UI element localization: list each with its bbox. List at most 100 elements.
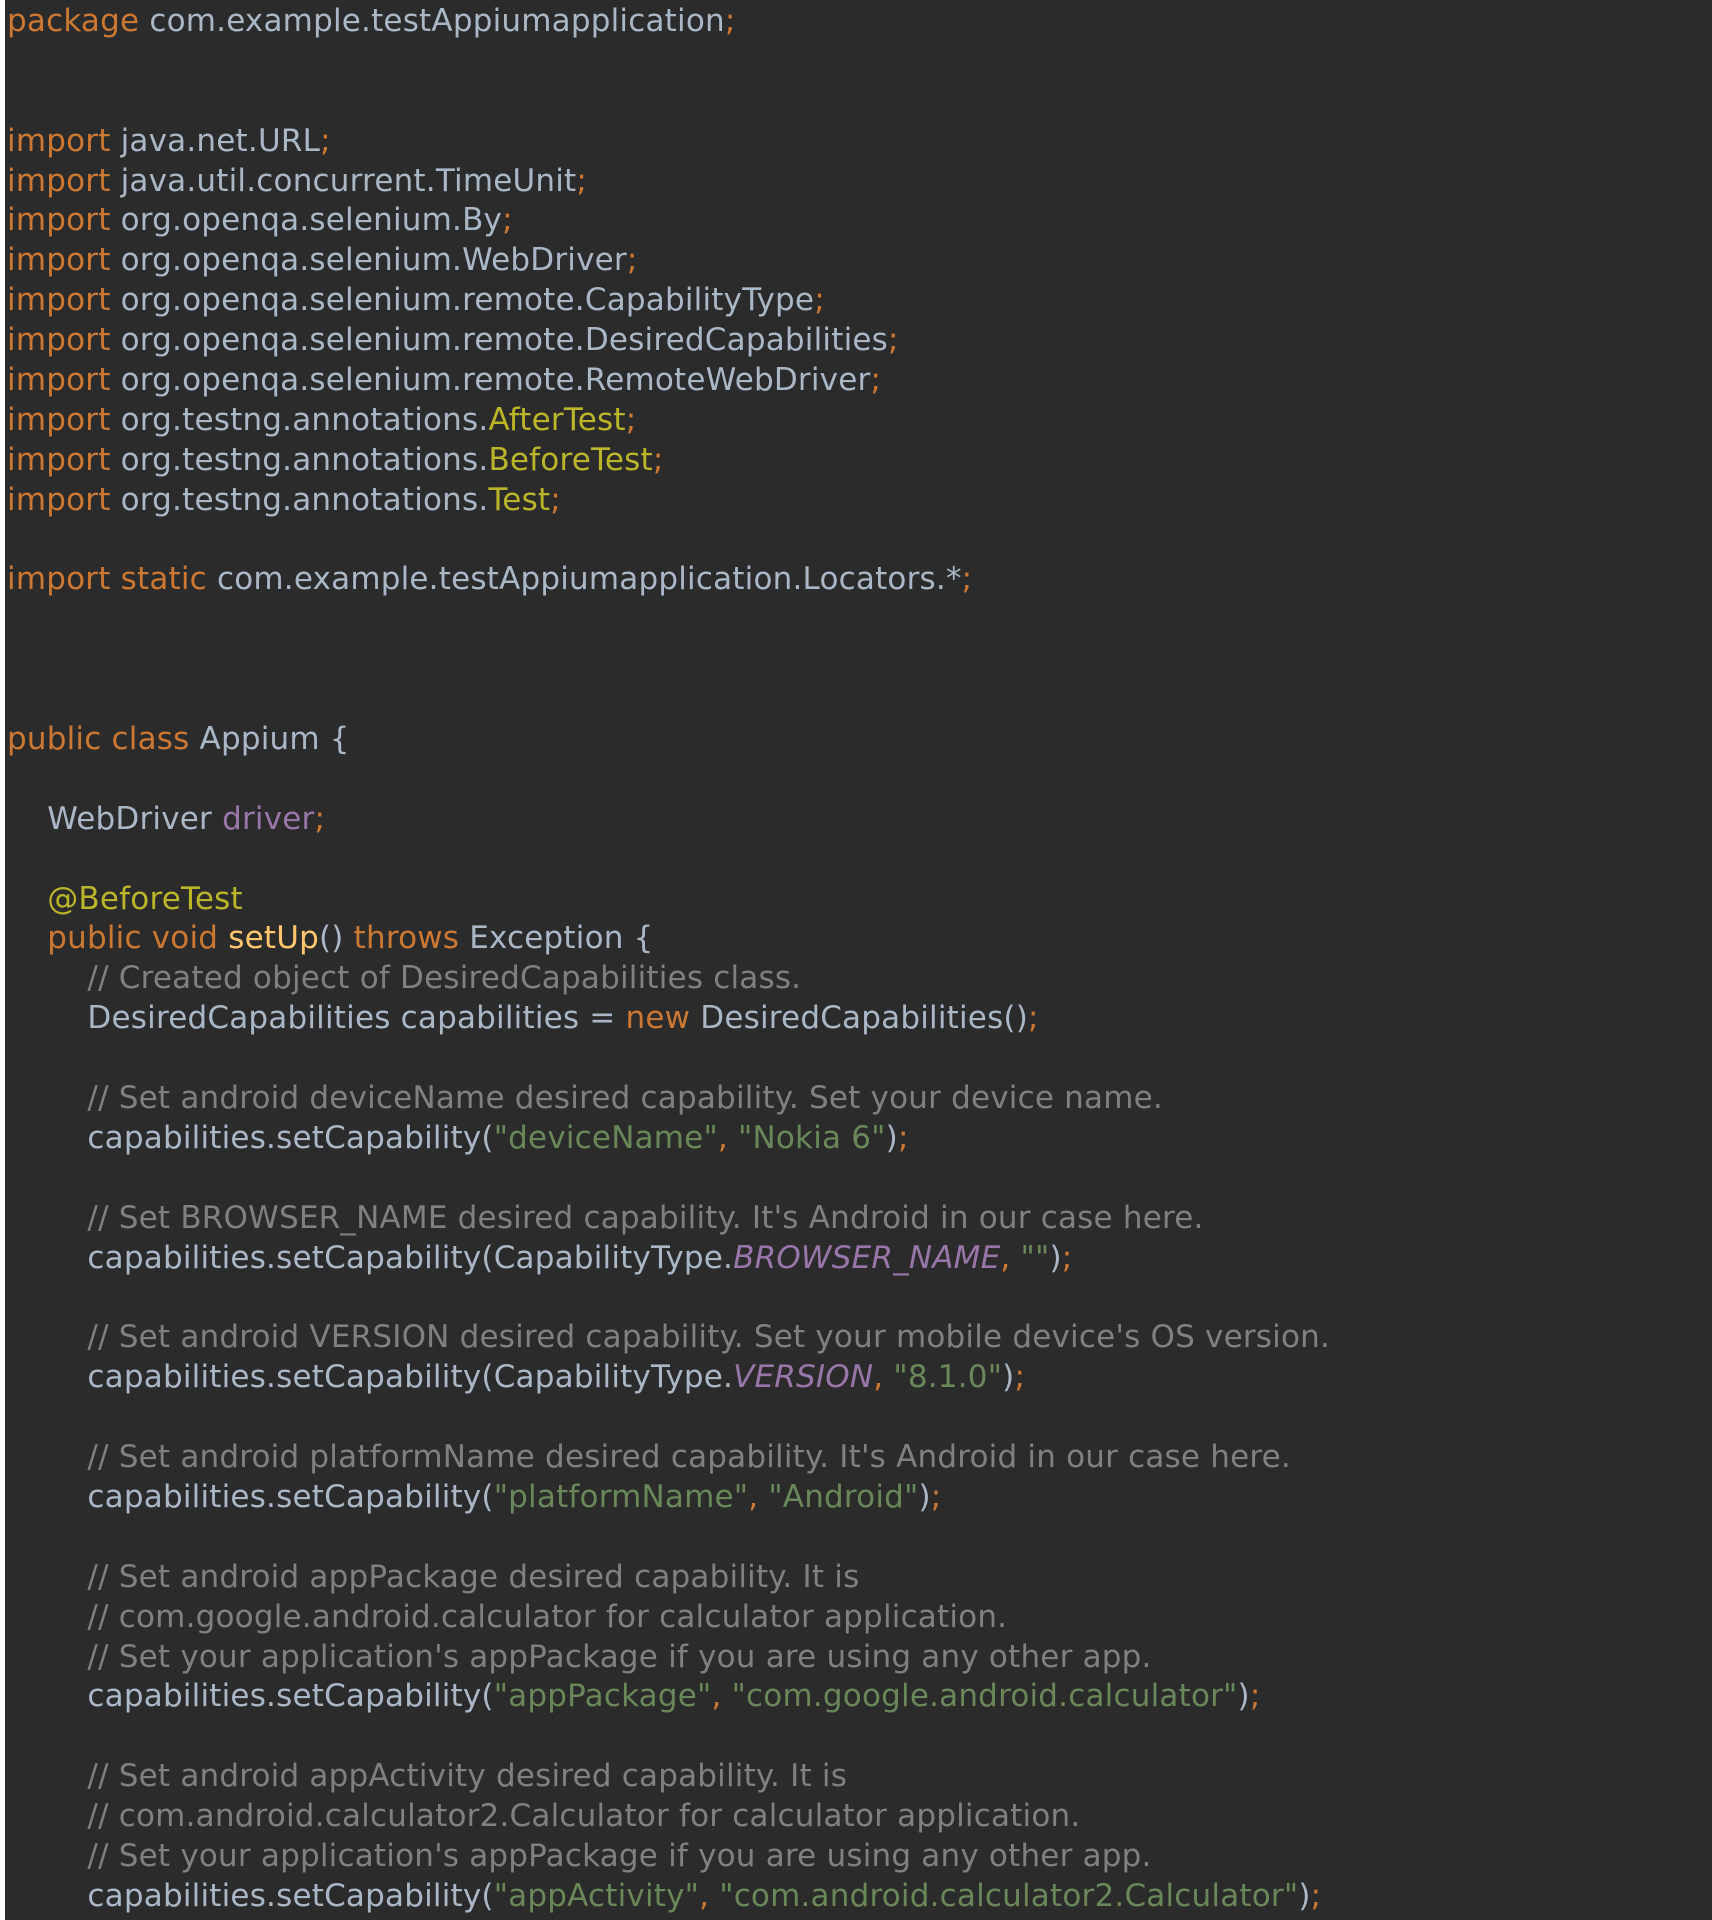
code-line: WebDriver driver; [7, 800, 1330, 840]
string-token: "" [1020, 1239, 1050, 1276]
code-line: // Set android appPackage desired capabi… [7, 1558, 1330, 1598]
comment-token: // Set android deviceName desired capabi… [7, 1080, 1163, 1117]
constant-token: VERSION [733, 1359, 874, 1396]
string-token: "appPackage" [493, 1678, 712, 1715]
code-line: // Created object of DesiredCapabilities… [7, 959, 1330, 999]
code-line: // Set your application's appPackage if … [7, 1638, 1330, 1678]
code-line: import org.openqa.selenium.remote.Remote… [7, 361, 1330, 401]
code-line: capabilities.setCapability("deviceName",… [7, 1119, 1330, 1159]
code-text-area[interactable]: package com.example.testAppiumapplicatio… [7, 2, 1330, 1917]
plain-token: capabilities.setCapability( [7, 1119, 494, 1156]
code-line: // Set your application's appPackage if … [7, 1837, 1330, 1877]
plain-token: java.net.URL [110, 122, 321, 159]
code-line: // com.android.calculator2.Calculator fo… [7, 1797, 1330, 1837]
plain-token: org.testng.annotations. [110, 441, 489, 478]
string-token: "com.google.android.calculator" [731, 1678, 1238, 1715]
code-editor[interactable]: package com.example.testAppiumapplicatio… [5, 0, 1712, 1920]
keyword-token: import [7, 122, 111, 159]
code-line: // Set BROWSER_NAME desired capability. … [7, 1199, 1330, 1239]
comment-token: // Set android platformName desired capa… [7, 1439, 1291, 1476]
field-token: driver [222, 800, 315, 837]
code-line: import org.testng.annotations.BeforeTest… [7, 441, 1330, 481]
keyword-token: ; [320, 122, 331, 159]
comment-token: // Created object of DesiredCapabilities… [7, 960, 802, 997]
plain-token: capabilities.setCapability( [7, 1678, 494, 1715]
keyword-token: import [7, 441, 111, 478]
plain-token: org.testng.annotations. [110, 401, 489, 438]
keyword-token: ; [961, 561, 973, 598]
plain-token: ) [885, 1119, 898, 1156]
plain-token: ) [1049, 1239, 1062, 1276]
code-line: // Set android platformName desired capa… [7, 1438, 1330, 1478]
code-line: @BeforeTest [7, 880, 1330, 920]
keyword-token: ; [626, 242, 638, 279]
keyword-token: ; [502, 202, 513, 239]
keyword-token: import [7, 481, 111, 518]
plain-token: () [318, 920, 354, 957]
keyword-token: ; [625, 401, 637, 438]
plain-token: org.openqa.selenium.WebDriver [110, 242, 627, 279]
keyword-token: package [7, 3, 140, 39]
plain-token: capabilities.setCapability( [7, 1877, 494, 1914]
code-line: import org.openqa.selenium.By; [7, 201, 1330, 241]
comment-token: // Set your application's appPackage if … [7, 1837, 1152, 1874]
keyword-token: ; [814, 282, 825, 319]
keyword-token: ; [897, 1119, 909, 1156]
keyword-token: ; [652, 441, 664, 478]
keyword-token: import [7, 202, 111, 239]
code-line: import org.openqa.selenium.remote.Capabi… [7, 281, 1330, 321]
code-line: // Set android deviceName desired capabi… [7, 1079, 1330, 1119]
keyword-token: , [717, 1119, 739, 1156]
comment-token: // Set android appActivity desired capab… [7, 1758, 848, 1795]
plain-token: WebDriver [7, 800, 223, 837]
keyword-token: import [7, 362, 111, 399]
code-line: package com.example.testAppiumapplicatio… [7, 2, 1330, 42]
code-line: capabilities.setCapability("appActivity"… [7, 1877, 1330, 1917]
code-line: import org.openqa.selenium.WebDriver; [7, 241, 1330, 281]
method-name-token: setUp [228, 920, 319, 957]
keyword-token: import [7, 242, 111, 279]
annotation-token: AfterTest [488, 401, 626, 438]
keyword-token: new [625, 1000, 691, 1037]
plain-token: java.util.concurrent.TimeUnit [110, 162, 577, 199]
plain-token: ) [1237, 1678, 1250, 1715]
keyword-token: import [7, 401, 111, 438]
plain-token: ) [1298, 1877, 1311, 1914]
code-line: // Set android appActivity desired capab… [7, 1757, 1330, 1797]
keyword-token: import [7, 162, 111, 199]
code-line: capabilities.setCapability("appPackage",… [7, 1677, 1330, 1717]
code-line: DesiredCapabilities capabilities = new D… [7, 999, 1330, 1039]
code-line: import static com.example.testAppiumappl… [7, 560, 1330, 600]
string-token: "platformName" [493, 1478, 749, 1515]
keyword-token: ; [576, 162, 588, 199]
keyword-token: ; [888, 322, 899, 359]
keyword-token: , [873, 1359, 894, 1396]
keyword-token: ; [314, 800, 326, 837]
keyword-token: , [1000, 1239, 1021, 1276]
code-line: capabilities.setCapability("platformName… [7, 1478, 1330, 1518]
code-line: import java.net.URL; [7, 122, 1330, 162]
code-line: capabilities.setCapability(CapabilityTyp… [7, 1239, 1330, 1279]
keyword-token: , [699, 1877, 720, 1914]
plain-token: DesiredCapabilities() [690, 1000, 1029, 1037]
plain-token: org.openqa.selenium.remote.DesiredCapabi… [110, 322, 888, 359]
code-line: import java.util.concurrent.TimeUnit; [7, 162, 1330, 202]
plain-token: com.example.testAppiumapplication.Locato… [206, 561, 962, 598]
keyword-token: ; [724, 3, 736, 39]
annotation-token: @BeforeTest [47, 880, 243, 917]
comment-token: // Set BROWSER_NAME desired capability. … [7, 1199, 1204, 1236]
code-line: // Set android VERSION desired capabilit… [7, 1318, 1330, 1358]
plain-token: org.openqa.selenium.By [110, 202, 503, 239]
